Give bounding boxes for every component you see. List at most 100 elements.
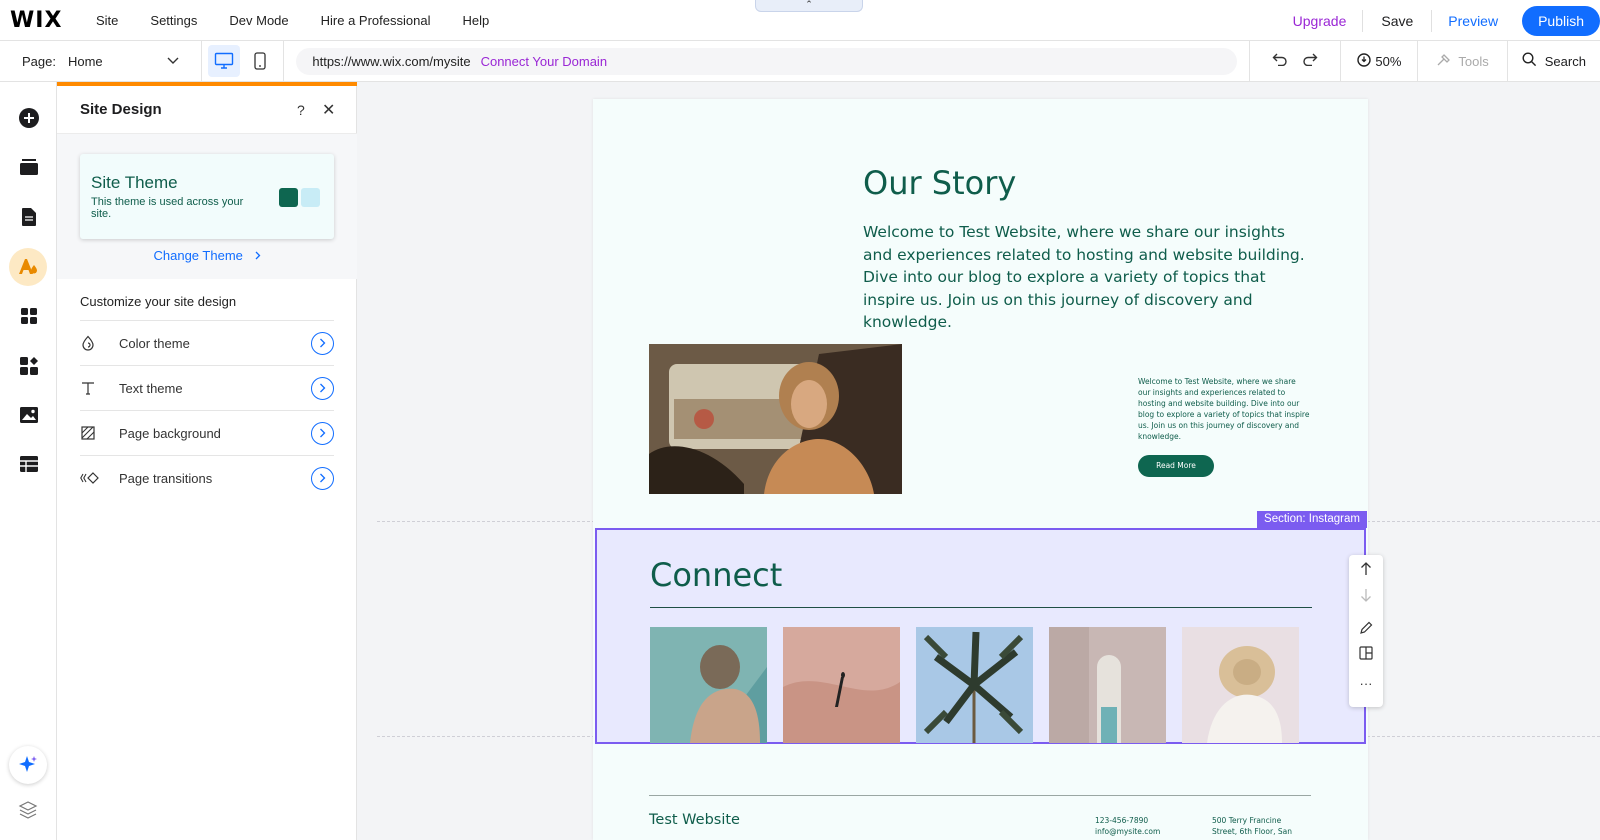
sections-icon[interactable] bbox=[14, 152, 44, 182]
option-label: Text theme bbox=[119, 380, 183, 396]
mobile-view-icon[interactable] bbox=[244, 45, 276, 77]
option-label: Page background bbox=[119, 425, 221, 441]
edit-pencil-icon[interactable] bbox=[1349, 621, 1383, 638]
top-actions: Upgrade Save Preview Publish bbox=[1277, 0, 1600, 41]
upgrade-link[interactable]: Upgrade bbox=[1277, 13, 1363, 29]
footer-address[interactable]: 500 Terry Francine Street, 6th Floor, Sa… bbox=[1212, 815, 1292, 837]
menu-settings[interactable]: Settings bbox=[134, 13, 213, 28]
editor-canvas[interactable]: Our Story Welcome to Test Website, where… bbox=[357, 82, 1600, 840]
add-icon[interactable] bbox=[14, 103, 44, 133]
footer-brand[interactable]: Test Website bbox=[649, 812, 740, 828]
story-text[interactable]: Welcome to Test Website, where we share … bbox=[863, 221, 1313, 334]
search-button[interactable]: Search bbox=[1508, 52, 1600, 70]
collapse-topbar-button[interactable]: ⌃ bbox=[755, 0, 863, 12]
history-controls bbox=[1250, 52, 1340, 71]
option-label: Page transitions bbox=[119, 470, 213, 486]
connect-title[interactable]: Connect bbox=[650, 556, 782, 594]
change-theme-link[interactable]: Change Theme bbox=[57, 248, 357, 263]
theme-description: This theme is used across your site. bbox=[91, 196, 244, 220]
chevron-down-icon[interactable] bbox=[167, 54, 179, 68]
panel-header: Site Design ? ✕ bbox=[57, 86, 357, 134]
option-color-theme[interactable]: Color theme bbox=[80, 320, 334, 365]
tools-button[interactable]: Tools bbox=[1418, 53, 1506, 70]
layers-icon[interactable] bbox=[18, 800, 38, 825]
section-toolbar: ··· bbox=[1349, 555, 1383, 707]
instagram-section[interactable]: Connect bbox=[595, 528, 1366, 744]
option-page-background[interactable]: Page background bbox=[80, 410, 334, 455]
cms-table-icon[interactable] bbox=[14, 449, 44, 479]
read-more-button[interactable]: Read More bbox=[1138, 455, 1214, 477]
editor-toolbar: Page: Home https://www.wix.com/mysite Co… bbox=[0, 40, 1600, 82]
site-theme-card[interactable]: Site Theme This theme is used across you… bbox=[80, 154, 334, 239]
site-design-icon[interactable] bbox=[9, 248, 47, 286]
undo-icon[interactable] bbox=[1272, 52, 1288, 71]
preview-button[interactable]: Preview bbox=[1432, 13, 1514, 29]
zoom-icon bbox=[1357, 52, 1372, 70]
site-design-panel: Site Design ? ✕ Site Theme This theme is… bbox=[57, 82, 357, 840]
top-bar: WIX Site Settings Dev Mode Hire a Profes… bbox=[0, 0, 1600, 41]
story-title[interactable]: Our Story bbox=[863, 164, 1016, 202]
move-up-icon[interactable] bbox=[1349, 562, 1383, 579]
chevron-right-icon[interactable] bbox=[311, 466, 334, 490]
background-icon bbox=[80, 425, 104, 441]
section-label-tag[interactable]: Section: Instagram bbox=[1257, 511, 1367, 528]
media-icon[interactable] bbox=[14, 400, 44, 430]
option-text-theme[interactable]: Text theme bbox=[80, 365, 334, 410]
page-selector[interactable]: Home bbox=[68, 54, 167, 69]
left-rail bbox=[0, 82, 57, 840]
theme-swatch-secondary bbox=[301, 188, 320, 207]
customize-heading: Customize your site design bbox=[80, 294, 237, 309]
gallery-image-desert[interactable] bbox=[783, 627, 900, 743]
tools-label: Tools bbox=[1458, 53, 1489, 69]
url-bar[interactable]: https://www.wix.com/mysite Connect Your … bbox=[296, 47, 1238, 75]
tools-icon bbox=[1436, 53, 1452, 70]
transitions-icon bbox=[80, 471, 104, 485]
help-icon[interactable]: ? bbox=[297, 102, 305, 118]
page-label: Page: bbox=[22, 53, 56, 69]
gallery-image-pool[interactable] bbox=[650, 627, 767, 743]
business-icon[interactable] bbox=[14, 351, 44, 381]
footer-contact[interactable]: 123-456-7890 info@mysite.com bbox=[1095, 815, 1160, 837]
menu-dev-mode[interactable]: Dev Mode bbox=[213, 13, 304, 28]
footer-address-line: Street, 6th Floor, San bbox=[1212, 827, 1292, 836]
search-icon bbox=[1522, 52, 1537, 70]
connect-domain-link[interactable]: Connect Your Domain bbox=[481, 54, 607, 69]
apps-icon[interactable] bbox=[14, 301, 44, 331]
pages-icon[interactable] bbox=[14, 202, 44, 232]
zoom-control[interactable]: 50% bbox=[1341, 52, 1417, 70]
chevron-right-icon[interactable] bbox=[311, 331, 334, 355]
footer-phone: 123-456-7890 bbox=[1095, 816, 1149, 825]
theme-zone: Site Theme This theme is used across you… bbox=[57, 134, 357, 279]
publish-button[interactable]: Publish bbox=[1522, 5, 1600, 36]
option-label: Color theme bbox=[119, 335, 190, 351]
theme-name: Site Theme bbox=[91, 173, 178, 192]
save-button[interactable]: Save bbox=[1363, 13, 1431, 29]
move-down-icon[interactable] bbox=[1349, 588, 1383, 605]
close-icon[interactable]: ✕ bbox=[322, 100, 335, 120]
car-photo[interactable] bbox=[649, 344, 902, 494]
desktop-view-icon[interactable] bbox=[208, 45, 240, 77]
menu-hire-professional[interactable]: Hire a Professional bbox=[305, 13, 447, 28]
menu-site[interactable]: Site bbox=[80, 13, 134, 28]
menu-help[interactable]: Help bbox=[446, 13, 505, 28]
redo-icon[interactable] bbox=[1302, 52, 1318, 71]
ai-assistant-icon[interactable] bbox=[9, 746, 47, 784]
chevron-right-icon[interactable] bbox=[311, 421, 334, 445]
site-page[interactable]: Our Story Welcome to Test Website, where… bbox=[593, 99, 1368, 840]
footer-email: info@mysite.com bbox=[1095, 827, 1161, 836]
more-options-icon[interactable]: ··· bbox=[1349, 676, 1383, 691]
divider bbox=[201, 40, 203, 82]
chevron-right-icon[interactable] bbox=[311, 376, 334, 400]
panel-title: Site Design bbox=[80, 101, 162, 118]
change-theme-label: Change Theme bbox=[153, 248, 243, 263]
gallery-image-hat[interactable] bbox=[1182, 627, 1299, 743]
gallery-image-archway[interactable] bbox=[1049, 627, 1166, 743]
theme-swatch-primary bbox=[279, 188, 298, 207]
wix-logo[interactable]: WIX bbox=[10, 8, 80, 33]
footer-address-line: 500 Terry Francine bbox=[1212, 816, 1282, 825]
gallery-image-palms[interactable] bbox=[916, 627, 1033, 743]
layout-icon[interactable] bbox=[1349, 646, 1383, 663]
option-page-transitions[interactable]: Page transitions bbox=[80, 455, 334, 500]
main-menu: Site Settings Dev Mode Hire a Profession… bbox=[80, 13, 505, 28]
story-small-text[interactable]: Welcome to Test Website, where we share … bbox=[1138, 376, 1310, 442]
